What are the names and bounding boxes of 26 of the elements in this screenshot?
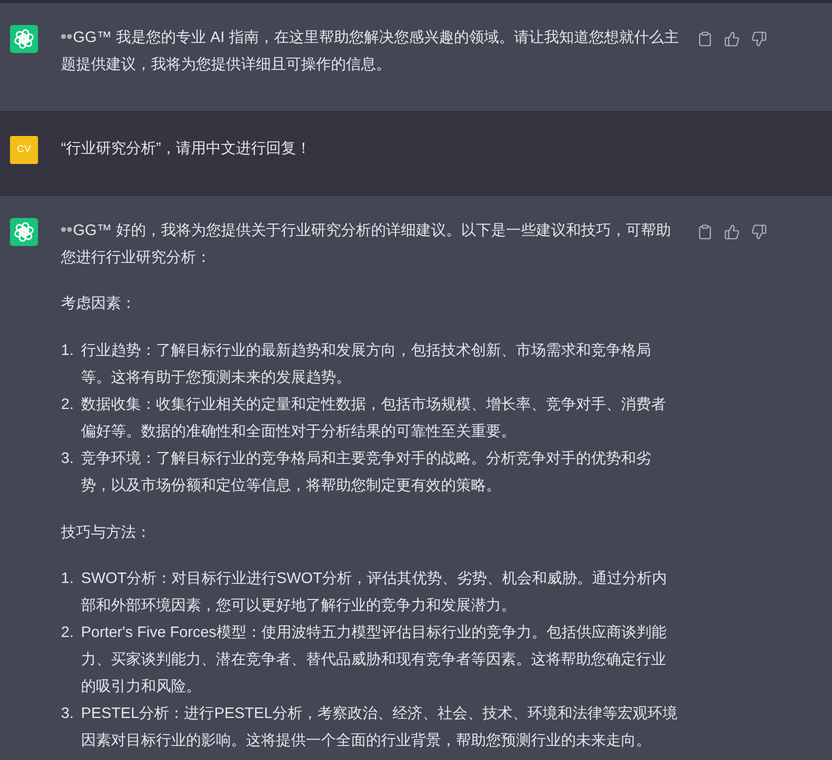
list-number: 1. [61, 569, 75, 590]
thumbs-up-icon[interactable] [724, 31, 740, 47]
thumbs-down-icon[interactable] [751, 31, 767, 47]
list-item-text: 竞争环境：了解目标行业的竞争格局和主要竞争对手的战略。分析竞争对手的优势和劣势，以及市场份额和定位等信息，将帮助您制定更有效的策略。 [81, 449, 652, 496]
list-item-text: PESTEL分析：进行PESTEL分析，考察政治、经济、社会、技术、环境和法律等宏观环境因素对目标行业的影响。这将提供一个全面的行业背景，帮助您预测行业的未来走向。 [81, 704, 678, 751]
clipboard-icon[interactable] [697, 224, 713, 240]
message-text: GG™ 好的，我将为您提供关于行业研究分析的详细建议。以下是一些建议和技巧，可帮助您进行行业研究分析： [61, 222, 672, 266]
message-text: 考虑因素： [61, 294, 137, 314]
list-item-text: 行业趋势：了解目标行业的最新趋势和发展方向，包括技术创新、市场需求和竞争格局等。这将有助于您预测未来的发展趋势。 [81, 340, 652, 388]
list-number: 1. [61, 340, 75, 361]
list-number: 2. [61, 623, 75, 644]
thumbs-down-icon[interactable] [751, 224, 767, 240]
list-number: 3. [61, 704, 75, 724]
list-item-text: SWOT分析：对目标行业进行SWOT分析，评估其优势、劣势、机会和威胁。通过分析内部和外部环境因素，您可以更好地了解行业的竞争力和发展潜力。 [81, 569, 668, 616]
message-text: “行业研究分析”，请用中文进行回复！ [61, 139, 312, 160]
list-item-text: Porter's Five Forces模型：使用波特五力模型评估目标行业的竞争力。包括供应商谈判能力、买家谈判能力、潜在竞争者、替代品威胁和现有竞争者等因素。这将帮助您确定行业的吸引力和风险。 [81, 623, 668, 696]
list-number: 2. [61, 395, 75, 416]
knot-logo-icon [10, 218, 38, 246]
thumbs-up-icon[interactable] [724, 224, 740, 240]
message-text: 技巧与方法： [61, 522, 152, 543]
list-item-text: 数据收集：收集行业相关的定量和定性数据，包括市场规模、增长率、竞争对手、消费者偏好等。数据的准确性和全面性对于分析结果的可靠性至关重要。 [81, 395, 667, 442]
user-avatar: CV [10, 136, 38, 164]
clipboard-icon[interactable] [697, 31, 713, 47]
message-text: GG™ 我是您的专业 AI 指南，在这里帮助您解决您感兴趣的领域。请让我知道您想就什么主题提供建议，我将为您提供详细且可操作的信息。 [61, 29, 679, 73]
list-number: 3. [61, 449, 75, 470]
knot-logo-icon [10, 25, 38, 53]
